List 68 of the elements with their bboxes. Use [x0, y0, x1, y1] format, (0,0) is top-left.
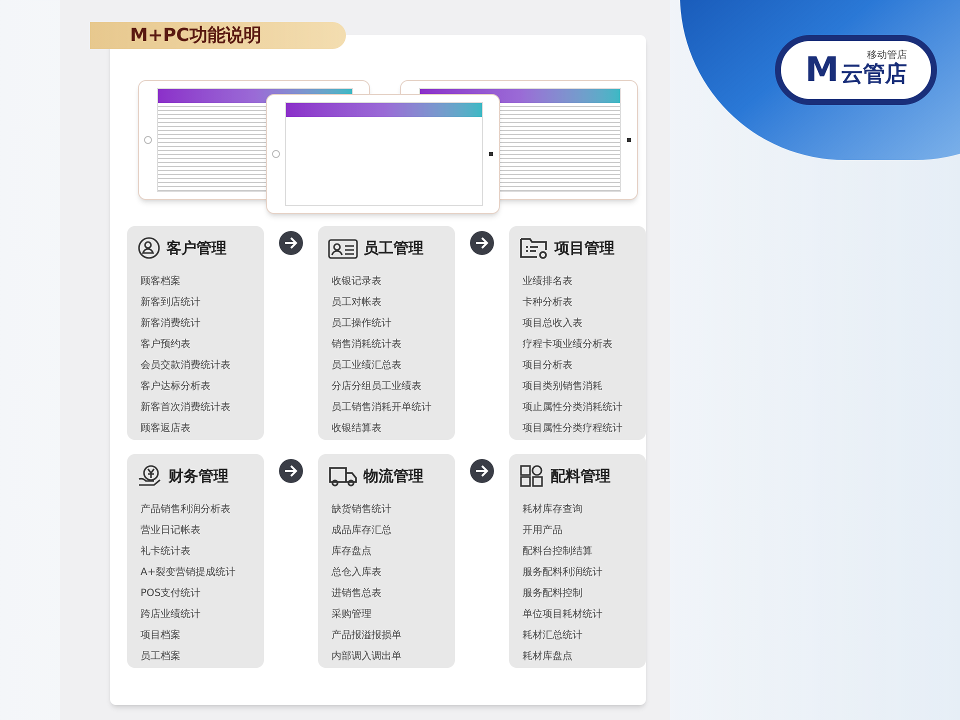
report-item: 进销售总表	[332, 586, 382, 601]
report-item: 内部调入调出单	[332, 650, 402, 664]
report-item: 耗材库盘点	[522, 650, 574, 664]
arrow-right-icon	[278, 459, 302, 483]
report-item: 成品库存汇总	[332, 524, 392, 538]
grid-blocks-icon	[518, 464, 544, 488]
user-circle-icon	[136, 236, 160, 260]
panel-title: 物流管理	[364, 466, 424, 487]
arrow-right-icon	[470, 459, 494, 483]
report-item: 顾客返店表	[140, 422, 192, 436]
report-item: 新客消费统计	[140, 316, 202, 331]
truck-icon	[328, 465, 358, 487]
logo-name: 云管店	[840, 61, 907, 89]
header-title: M+PC功能说明	[130, 24, 262, 48]
report-item: 顾客档案	[140, 274, 182, 289]
report-item: 项目属性分类疗程统计	[522, 422, 624, 436]
report-item: 采购管理	[332, 608, 372, 622]
arrow-right-icon	[278, 231, 302, 255]
report-item: 员工业绩汇总表	[332, 358, 402, 373]
arrow-right-icon	[470, 231, 494, 255]
report-item: 项目总收入表	[522, 316, 584, 331]
report-item: 礼卡统计表	[140, 544, 192, 559]
report-item: 耗材库存查询	[522, 502, 584, 517]
report-item: 员工销售消耗开单统计	[332, 400, 432, 415]
logo-mark: M	[805, 53, 839, 87]
report-item: 库存盘点	[332, 544, 372, 559]
report-item: 新客首次消费统计表	[140, 400, 232, 415]
report-item: 销售消耗统计表	[332, 338, 402, 352]
report-item: 员工操作统计	[332, 316, 392, 331]
report-item: 收银记录表	[332, 274, 382, 289]
report-item: 项目类别销售消耗	[522, 380, 604, 394]
report-item: 缺货销售统计	[332, 502, 392, 517]
report-item: 卡种分析表	[522, 296, 574, 310]
report-item: 分店分组员工业绩表	[332, 380, 422, 394]
report-item: 服务配料利润统计	[522, 566, 604, 580]
coin-hand-icon	[136, 464, 162, 488]
report-item: 跨店业绩统计	[140, 608, 202, 622]
id-card-icon	[328, 237, 358, 259]
report-item: 单位项目耗材统计	[522, 608, 604, 622]
report-item: 项目档案	[140, 628, 182, 643]
report-item: 客户预约表	[140, 338, 192, 352]
panel-title: 客户管理	[166, 238, 226, 259]
report-item: 耗材汇总统计	[522, 628, 584, 643]
report-item: 项目分析表	[522, 358, 574, 373]
report-item: 项止属性分类消耗统计	[522, 400, 624, 415]
report-item: 开用产品	[522, 524, 564, 538]
report-item: 员工档案	[140, 650, 182, 664]
panel-title: 财务管理	[168, 466, 228, 487]
report-item: 总仓入库表	[332, 566, 382, 580]
report-item: 收银结算表	[332, 422, 382, 436]
panel-title: 员工管理	[364, 238, 424, 259]
report-item: 配料台控制结算	[522, 544, 594, 559]
report-item: 业绩排名表	[522, 274, 574, 289]
logo-tagline: 移动管店	[866, 51, 907, 62]
report-item: 服务配料控制	[522, 586, 584, 601]
report-item: 产品销售利润分析表	[140, 502, 232, 517]
report-item: A+裂变营销提成统计	[140, 566, 237, 580]
panel-title: 项目管理	[554, 238, 614, 259]
report-item: 会员交款消费统计表	[140, 358, 232, 373]
report-item: POS支付统计	[140, 586, 202, 601]
report-item: 疗程卡项业绩分析表	[522, 338, 614, 352]
report-item: 员工对帐表	[332, 296, 382, 310]
panel-title: 配料管理	[550, 466, 610, 487]
report-item: 产品报溢报损单	[332, 628, 402, 643]
report-item: 客户达标分析表	[140, 380, 212, 394]
report-item: 营业日记帐表	[140, 524, 202, 538]
report-item: 新客到店统计	[140, 296, 202, 310]
folder-gear-icon	[518, 236, 548, 260]
